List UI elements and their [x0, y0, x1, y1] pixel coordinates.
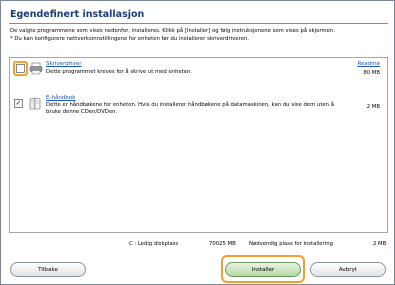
e-manual-checkbox[interactable]: ✓ — [14, 99, 23, 108]
install-button[interactable]: Installer — [225, 262, 301, 277]
e-manual-description-line: Dette er håndbøkene for enheten. Hvis du… — [46, 102, 334, 108]
e-manual-size: 2 MB — [366, 104, 380, 110]
intro-note: * Du kan konfigurere nettverksinnstillin… — [10, 35, 249, 42]
required-space-label: Nødvendig plass for installering — [249, 241, 333, 247]
list-item-e-manual[interactable]: ✓ E-håndbok Dette er håndbøkene for enhe… — [10, 92, 387, 132]
printer-driver-checkbox[interactable] — [16, 64, 25, 73]
manual-icon — [29, 97, 41, 110]
cancel-button[interactable]: Avbryt — [310, 262, 386, 277]
intro-text: De valgte programmene som vises nedenfor… — [10, 28, 390, 43]
readme-link[interactable]: Readme — [357, 61, 380, 67]
printer-icon — [29, 62, 43, 75]
printer-driver-description: Dette programmet kreves for å skrive ut … — [46, 69, 193, 75]
e-manual-description-line: bruke denne CDen/DVDen. — [46, 109, 118, 116]
intro-line: De valgte programmene som vises nedenfor… — [10, 28, 335, 34]
free-space-label: C : Ledig diskplass — [129, 241, 179, 247]
dialog-window: Egendefinert installasjon De valgte prog… — [0, 0, 395, 285]
e-manual-name[interactable]: E-håndbok — [46, 95, 75, 101]
list-item-printer-driver[interactable]: Skriverdriver Dette programmet kreves fo… — [10, 58, 387, 92]
dialog-title: Egendefinert installasjon — [10, 9, 145, 20]
e-manual-description: Dette er håndbøkene for enheten. Hvis du… — [46, 102, 346, 117]
program-list[interactable]: Skriverdriver Dette programmet kreves fo… — [9, 57, 388, 233]
printer-driver-size: 80 MB — [363, 70, 380, 76]
printer-driver-name[interactable]: Skriverdriver — [46, 61, 81, 67]
back-button[interactable]: Tilbake — [10, 262, 86, 277]
free-space-value: 70025 MB — [209, 241, 236, 247]
check-mark-icon: ✓ — [15, 99, 22, 107]
title-divider — [9, 23, 388, 24]
required-space-value: 2 MB — [373, 241, 387, 247]
